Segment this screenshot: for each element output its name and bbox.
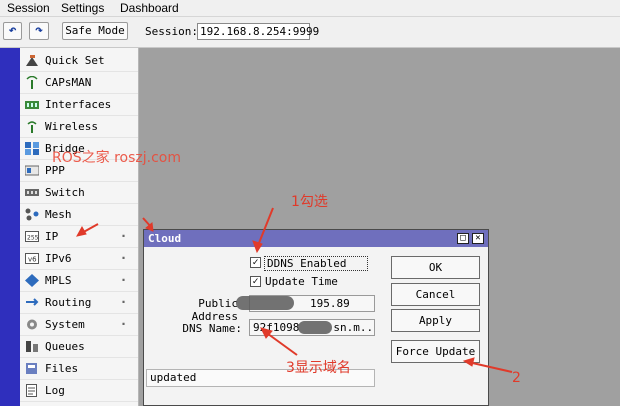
ddns-enabled-checkbox[interactable]: ✓ (250, 257, 261, 268)
ok-button[interactable]: OK (391, 256, 480, 279)
sidebar-item-log[interactable]: Log (20, 380, 138, 402)
session-field[interactable]: 192.168.8.254:9999 (197, 23, 319, 40)
sidebar-item-mesh[interactable]: Mesh (20, 204, 138, 226)
sidebar-item-label: Quick Set (45, 54, 105, 67)
sidebar-item-wireless[interactable]: Wireless (20, 116, 138, 138)
antenna-icon (25, 75, 39, 89)
sidebar: Quick Set CAPsMAN Interfaces Wireless Br… (20, 48, 139, 406)
dns-name-value-prefix: 92f1098 (253, 321, 300, 334)
watermark: ROS之家 roszj.com (52, 150, 181, 166)
menu-bar: Session Settings Dashboard (0, 0, 620, 17)
undo-button[interactable]: ↶ (3, 22, 22, 40)
submenu-arrow-icon: 🢝 (122, 298, 126, 308)
sidebar-item-interfaces[interactable]: Interfaces (20, 94, 138, 116)
toolbar: ↶ ↷ Safe Mode Session: 192.168.8.254:999… (0, 17, 620, 48)
apply-button[interactable]: Apply (391, 309, 480, 332)
public-address-value: 195.89 (310, 297, 350, 310)
submenu-arrow-icon: 🢝 (122, 232, 126, 242)
left-brand-bar (0, 48, 20, 406)
sidebar-item-label: IPv6 (45, 252, 72, 265)
cancel-button[interactable]: Cancel (391, 283, 480, 306)
checkmark-icon: ✓ (252, 257, 259, 268)
mesh-icon (25, 208, 39, 221)
sidebar-item-mpls[interactable]: MPLS 🢝 (20, 270, 138, 292)
submenu-arrow-icon: 🢝 (122, 276, 126, 286)
undo-icon: ↶ (8, 23, 17, 38)
annotation-step2: 2 (512, 370, 521, 386)
gear-icon (25, 318, 39, 331)
mpls-icon (25, 274, 39, 287)
sidebar-item-files[interactable]: Files (20, 358, 138, 380)
dns-name-label: DNS Name: (182, 322, 242, 335)
public-address-label: Public Address (191, 297, 238, 323)
sidebar-item-label: Interfaces (45, 98, 112, 111)
sidebar-item-label: Routing (45, 296, 92, 309)
switch-icon (25, 186, 39, 199)
sidebar-item-label: Mesh (45, 208, 72, 221)
annotation-step1: 1勾选 (291, 194, 328, 210)
redo-button[interactable]: ↷ (29, 22, 49, 40)
force-update-button[interactable]: Force Update (391, 340, 480, 363)
redo-icon: ↷ (35, 23, 43, 38)
log-icon (25, 384, 39, 397)
session-label: Session: (145, 25, 198, 38)
safe-mode-button[interactable]: Safe Mode (62, 22, 128, 40)
update-time-label: Update Time (265, 275, 338, 288)
dialog-title-bar[interactable]: Cloud □ ✕ (144, 230, 488, 247)
queues-icon (25, 340, 39, 353)
sidebar-item-quick-set[interactable]: Quick Set (20, 50, 138, 72)
close-icon: ✕ (475, 233, 481, 243)
dns-name-value-suffix: sn.m... (333, 321, 374, 334)
update-time-checkbox[interactable]: ✓ (250, 276, 261, 287)
ppp-icon (24, 164, 40, 177)
cloud-dialog: Cloud □ ✕ ✓ DDNS Enabled ✓ Update Time P… (143, 229, 489, 406)
sidebar-item-label: Wireless (45, 120, 98, 133)
menu-session[interactable]: Session (7, 0, 50, 16)
sidebar-item-label: Files (45, 362, 79, 375)
sidebar-item-switch[interactable]: Switch (20, 182, 138, 204)
redaction-blur (298, 321, 332, 334)
wireless-icon (25, 120, 39, 133)
routing-icon (25, 296, 39, 309)
sidebar-item-label: MPLS (45, 274, 72, 287)
close-button[interactable]: ✕ (472, 233, 484, 244)
ddns-enabled-label: DDNS Enabled (264, 256, 368, 271)
sidebar-item-routing[interactable]: Routing 🢝 (20, 292, 138, 314)
sidebar-item-label: System (45, 318, 85, 331)
submenu-arrow-icon: 🢝 (122, 320, 126, 330)
maximize-button[interactable]: □ (457, 233, 469, 244)
ipv6-icon: v6 (25, 252, 39, 265)
submenu-arrow-icon: 🢝 (122, 254, 126, 264)
ip-icon: 255 (25, 230, 39, 243)
sidebar-item-capsman[interactable]: CAPsMAN (20, 72, 138, 94)
sidebar-item-ip[interactable]: 255 IP 🢝 (20, 226, 138, 248)
sidebar-item-label: Queues (45, 340, 85, 353)
annotation-step3: 3显示域名 (286, 360, 351, 376)
redaction-blur (236, 296, 294, 310)
sidebar-item-ipv6[interactable]: v6 IPv6 🢝 (20, 248, 138, 270)
sidebar-item-label: IP (45, 230, 59, 243)
bridge-icon (25, 142, 39, 155)
files-icon (25, 362, 39, 375)
menu-dashboard[interactable]: Dashboard (120, 0, 179, 16)
checkmark-icon: ✓ (252, 276, 259, 287)
sidebar-item-label: Log (45, 384, 65, 397)
dialog-title: Cloud (148, 232, 182, 245)
sidebar-item-queues[interactable]: Queues (20, 336, 138, 358)
quick-set-icon (25, 54, 39, 67)
sidebar-item-label: CAPsMAN (45, 76, 92, 89)
menu-settings[interactable]: Settings (61, 0, 104, 16)
svg-text:v6: v6 (28, 256, 37, 264)
interfaces-icon (25, 98, 39, 111)
sidebar-item-system[interactable]: System 🢝 (20, 314, 138, 336)
sidebar-item-label: Switch (45, 186, 85, 199)
svg-text:255: 255 (27, 235, 39, 242)
maximize-icon: □ (460, 233, 466, 243)
